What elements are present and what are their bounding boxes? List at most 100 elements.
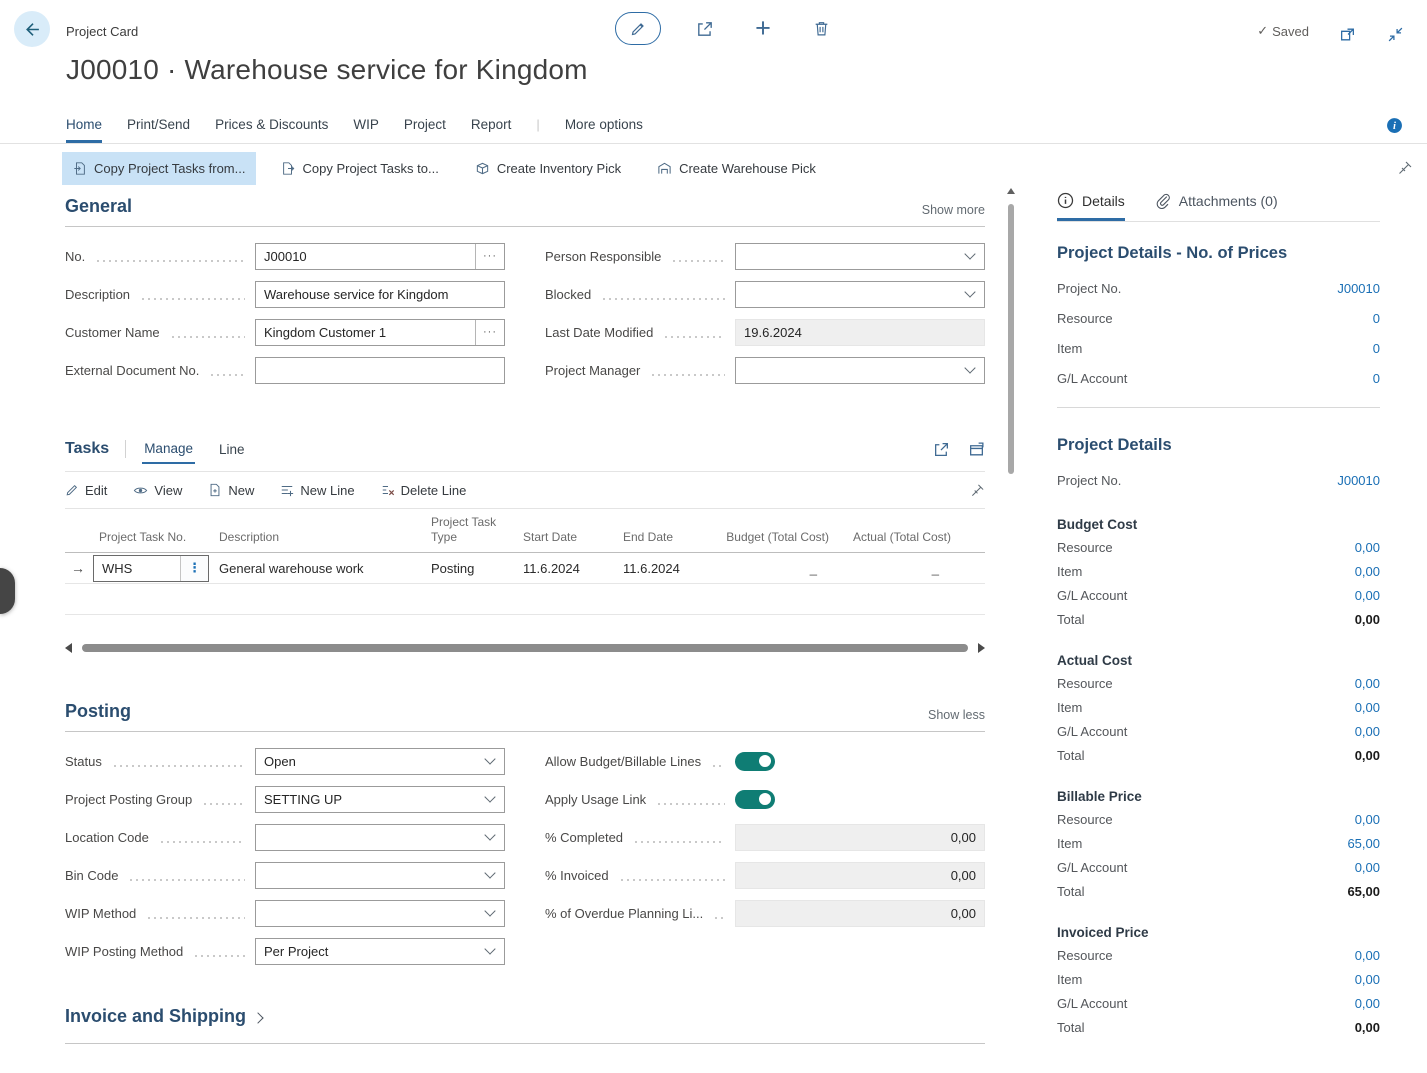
tab-report[interactable]: Report bbox=[471, 117, 512, 143]
location-code-dropdown[interactable] bbox=[255, 824, 505, 851]
collapse-button[interactable] bbox=[1381, 20, 1409, 48]
drilldown-link[interactable]: 0,00 bbox=[1355, 948, 1380, 963]
unpin-tasks-toolbar-button[interactable] bbox=[970, 483, 985, 498]
task-type-cell[interactable]: Posting bbox=[423, 553, 515, 584]
drilldown-link[interactable]: 0,00 bbox=[1355, 972, 1380, 987]
back-button[interactable] bbox=[14, 11, 50, 47]
col-project-task-no[interactable]: Project Task No. bbox=[91, 511, 211, 553]
empty-row[interactable] bbox=[65, 584, 985, 615]
assist-edit-button[interactable]: ··· bbox=[475, 320, 504, 345]
show-more-link[interactable]: Show more bbox=[922, 203, 985, 217]
task-no-cell[interactable]: WHS ⋮ bbox=[91, 553, 211, 584]
drilldown-link[interactable]: 0,00 bbox=[1355, 700, 1380, 715]
description-input[interactable]: Warehouse service for Kingdom bbox=[255, 281, 505, 308]
status-dropdown[interactable]: Open bbox=[255, 748, 505, 775]
edit-button[interactable] bbox=[615, 12, 661, 45]
create-inventory-pick-button[interactable]: Create Inventory Pick bbox=[464, 152, 632, 185]
new-line-button[interactable]: New Line bbox=[280, 483, 354, 498]
tab-wip[interactable]: WIP bbox=[353, 117, 379, 143]
unpin-action-bar-button[interactable] bbox=[1397, 160, 1413, 176]
apply-usage-link-toggle[interactable] bbox=[735, 790, 775, 809]
col-start-date[interactable]: Start Date bbox=[515, 511, 615, 553]
tasks-horizontal-scrollbar[interactable] bbox=[65, 641, 985, 655]
delete-button[interactable] bbox=[807, 15, 835, 43]
saved-label: Saved bbox=[1272, 24, 1309, 39]
tasks-subtab-line[interactable]: Line bbox=[217, 436, 247, 463]
create-warehouse-pick-button[interactable]: Create Warehouse Pick bbox=[646, 152, 827, 185]
pencil-icon bbox=[65, 483, 79, 497]
vertical-scroll-thumb[interactable] bbox=[1008, 204, 1014, 474]
drilldown-link[interactable]: J00010 bbox=[1337, 281, 1380, 296]
task-end-date-cell[interactable]: 11.6.2024 bbox=[615, 553, 715, 584]
open-in-new-window-button[interactable] bbox=[1333, 20, 1361, 48]
col-actual-total-cost[interactable]: Actual (Total Cost) bbox=[837, 511, 959, 553]
share-button[interactable] bbox=[691, 15, 719, 43]
drilldown-link[interactable]: 0,00 bbox=[1355, 812, 1380, 827]
tasks-open-in-window-button[interactable] bbox=[968, 441, 985, 458]
tab-prices-discounts[interactable]: Prices & Discounts bbox=[215, 117, 328, 143]
task-description-cell[interactable]: General warehouse work bbox=[211, 553, 423, 584]
blocked-dropdown[interactable] bbox=[735, 281, 985, 308]
drilldown-link[interactable]: 0,00 bbox=[1355, 540, 1380, 555]
drilldown-link[interactable]: 65,00 bbox=[1347, 836, 1380, 851]
tasks-subtab-manage[interactable]: Manage bbox=[142, 435, 195, 464]
horizontal-scroll-thumb[interactable] bbox=[82, 644, 968, 652]
drilldown-link[interactable]: 0 bbox=[1373, 311, 1380, 326]
invoice-and-shipping-section-header[interactable]: Invoice and Shipping bbox=[65, 1006, 985, 1044]
task-start-date-cell[interactable]: 11.6.2024 bbox=[515, 553, 615, 584]
copy-to-icon bbox=[281, 161, 295, 176]
view-line-button[interactable]: View bbox=[133, 483, 182, 498]
info-button[interactable]: i bbox=[1386, 117, 1403, 134]
col-end-date[interactable]: End Date bbox=[615, 511, 715, 553]
drilldown-link[interactable]: 0,00 bbox=[1355, 588, 1380, 603]
project-manager-dropdown[interactable] bbox=[735, 357, 985, 384]
wip-posting-method-dropdown[interactable]: Per Project bbox=[255, 938, 505, 965]
allow-budget-billable-toggle[interactable] bbox=[735, 752, 775, 771]
person-responsible-dropdown[interactable] bbox=[735, 243, 985, 270]
delete-line-button[interactable]: Delete Line bbox=[381, 483, 467, 498]
show-less-link[interactable]: Show less bbox=[928, 708, 985, 722]
task-budget-cell[interactable]: _ bbox=[715, 553, 837, 584]
tab-project[interactable]: Project bbox=[404, 117, 446, 143]
drilldown-link[interactable]: 0,00 bbox=[1355, 996, 1380, 1011]
drilldown-link[interactable]: 0,00 bbox=[1355, 676, 1380, 691]
scroll-left-arrow[interactable] bbox=[65, 643, 72, 653]
drilldown-link[interactable]: 0,00 bbox=[1355, 724, 1380, 739]
copy-project-tasks-from-button[interactable]: Copy Project Tasks from... bbox=[62, 152, 256, 185]
row-menu-button[interactable]: ⋮ bbox=[180, 556, 208, 581]
tab-print-send[interactable]: Print/Send bbox=[127, 117, 190, 143]
customer-name-input[interactable]: Kingdom Customer 1··· bbox=[255, 319, 505, 346]
scroll-up-arrow[interactable] bbox=[1007, 188, 1015, 194]
scroll-right-arrow[interactable] bbox=[978, 643, 985, 653]
tab-details[interactable]: Details bbox=[1057, 192, 1125, 221]
col-description[interactable]: Description bbox=[211, 511, 423, 553]
tab-home[interactable]: Home bbox=[66, 117, 102, 143]
assist-edit-button[interactable]: ··· bbox=[475, 244, 504, 269]
col-budget-total-cost[interactable]: Budget (Total Cost) bbox=[715, 511, 837, 553]
tasks-header-row: Project Task No. Description Project Tas… bbox=[65, 511, 985, 553]
drilldown-link[interactable]: 0 bbox=[1373, 371, 1380, 386]
wip-method-dropdown[interactable] bbox=[255, 900, 505, 927]
project-posting-group-dropdown[interactable]: SETTING UP bbox=[255, 786, 505, 813]
edit-line-button[interactable]: Edit bbox=[65, 483, 107, 498]
task-row[interactable]: → WHS ⋮ General warehouse work Posting 1… bbox=[65, 553, 985, 584]
drilldown-link[interactable]: 0 bbox=[1373, 341, 1380, 356]
new-button[interactable]: New bbox=[208, 483, 254, 498]
tab-attachments[interactable]: Attachments (0) bbox=[1155, 192, 1278, 221]
bin-code-dropdown[interactable] bbox=[255, 862, 505, 889]
external-document-no-input[interactable] bbox=[255, 357, 505, 384]
drilldown-link[interactable]: 0,00 bbox=[1355, 564, 1380, 579]
collapsed-pane-handle[interactable] bbox=[0, 568, 15, 614]
drilldown-link[interactable]: 0,00 bbox=[1355, 860, 1380, 875]
vertical-scrollbar[interactable] bbox=[1006, 188, 1016, 1073]
more-options-button[interactable]: More options bbox=[565, 117, 643, 143]
new-button[interactable]: + bbox=[749, 15, 777, 43]
drilldown-link[interactable]: J00010 bbox=[1337, 473, 1380, 488]
copy-project-tasks-to-button[interactable]: Copy Project Tasks to... bbox=[270, 152, 449, 185]
chevron-right-icon bbox=[252, 1012, 263, 1023]
no-input[interactable]: J00010··· bbox=[255, 243, 505, 270]
field-label: Blocked bbox=[545, 287, 591, 302]
task-actual-cell[interactable]: _ bbox=[837, 553, 959, 584]
tasks-share-button[interactable] bbox=[933, 441, 950, 458]
col-project-task-type[interactable]: Project Task Type bbox=[423, 511, 515, 553]
